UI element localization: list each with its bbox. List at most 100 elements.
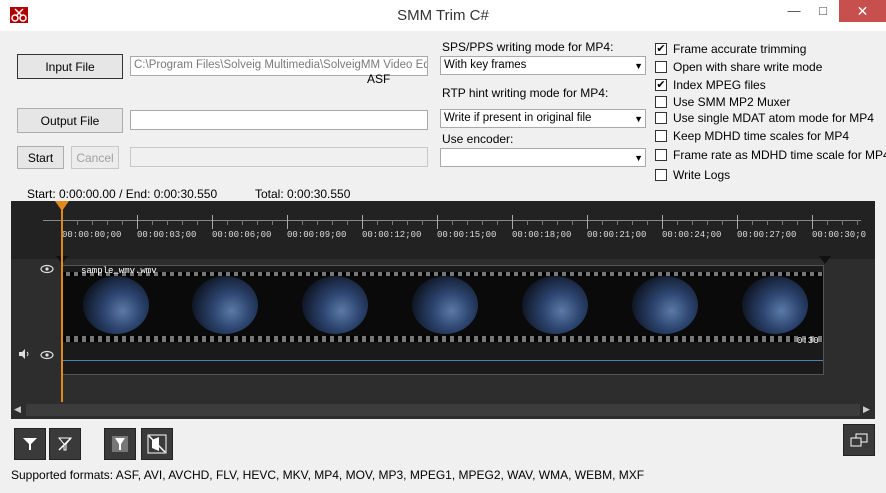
ruler-minor-tick xyxy=(647,220,648,225)
speaker-icon[interactable] xyxy=(18,349,32,359)
ruler-minor-tick xyxy=(332,220,333,225)
ruler-minor-tick xyxy=(857,220,858,225)
supported-formats: Supported formats: ASF, AVI, AVCHD, FLV,… xyxy=(11,468,645,482)
checkbox[interactable] xyxy=(655,149,667,161)
ruler-label: 00:00:30;0 xyxy=(812,230,867,240)
cancel-button[interactable]: Cancel xyxy=(71,146,119,169)
ruler-tick xyxy=(587,215,588,229)
ruler-label: 00:00:24;00 xyxy=(662,230,722,240)
select-fragment-button[interactable] xyxy=(104,428,136,460)
option-6[interactable]: Frame rate as MDHD time scale for MP4 xyxy=(655,148,886,162)
ruler-minor-tick xyxy=(497,220,498,225)
total-time: Total: 0:00:30.550 xyxy=(255,187,351,201)
chevron-down-icon: ▼ xyxy=(634,114,643,124)
encoder-select[interactable]: ▼ xyxy=(440,148,646,167)
scrollbar-thumb[interactable] xyxy=(26,404,860,416)
eye-icon[interactable] xyxy=(40,350,54,360)
checkbox[interactable]: ✔ xyxy=(655,43,667,55)
add-marker-button[interactable] xyxy=(14,428,46,460)
ruler-minor-tick xyxy=(107,220,108,225)
ruler-minor-tick xyxy=(92,220,93,225)
funnel-icon xyxy=(23,438,37,450)
video-thumbnail xyxy=(83,276,149,334)
start-button[interactable]: Start xyxy=(17,146,64,169)
ruler-label: 00:00:15;00 xyxy=(437,230,497,240)
scroll-right-icon[interactable]: ▶ xyxy=(863,404,870,415)
checkbox[interactable] xyxy=(655,130,667,142)
ruler-tick xyxy=(662,215,663,229)
end-marker-icon[interactable] xyxy=(819,256,831,264)
output-file-button[interactable]: Output File xyxy=(17,108,123,133)
ruler-minor-tick xyxy=(272,220,273,225)
ruler-label: 00:00:21;00 xyxy=(587,230,647,240)
ruler-tick xyxy=(512,215,513,229)
maximize-button[interactable]: □ xyxy=(809,0,837,22)
option-7[interactable]: Write Logs xyxy=(655,168,730,182)
checkbox[interactable] xyxy=(655,169,667,181)
ruler-minor-tick xyxy=(122,220,123,225)
option-3[interactable]: Use SMM MP2 Muxer xyxy=(655,95,790,109)
ruler-minor-tick xyxy=(797,220,798,225)
ruler-tick xyxy=(737,215,738,229)
ruler-minor-tick xyxy=(527,220,528,225)
video-thumbnail xyxy=(742,276,808,334)
option-2[interactable]: ✔ Index MPEG files xyxy=(655,78,766,92)
remove-marker-button[interactable] xyxy=(49,428,81,460)
ruler-minor-tick xyxy=(602,220,603,225)
ruler-minor-tick xyxy=(422,220,423,225)
input-file-button[interactable]: Input File xyxy=(17,54,123,79)
audio-waveform xyxy=(62,360,823,361)
option-label: Use SMM MP2 Muxer xyxy=(673,95,791,109)
ruler-tick xyxy=(137,215,138,229)
option-label: Index MPEG files xyxy=(673,78,766,92)
ruler-label: 00:00:27;00 xyxy=(737,230,797,240)
ruler-minor-tick xyxy=(842,220,843,225)
checkbox[interactable] xyxy=(655,96,667,108)
option-5[interactable]: Keep MDHD time scales for MP4 xyxy=(655,129,849,143)
status-field xyxy=(130,147,428,167)
restore-view-button[interactable] xyxy=(843,424,875,456)
option-label: Write Logs xyxy=(673,168,731,182)
option-label: Open with share write mode xyxy=(673,60,823,74)
ruler-minor-tick xyxy=(452,220,453,225)
sps-pps-select[interactable]: With key frames ▼ xyxy=(440,56,646,75)
ruler-label: 00:00:06;00 xyxy=(212,230,272,240)
scroll-left-icon[interactable]: ◀ xyxy=(14,404,21,415)
ruler-tick xyxy=(437,215,438,229)
exclude-fragment-button[interactable] xyxy=(141,428,173,460)
checkbox[interactable]: ✔ xyxy=(655,79,667,91)
output-file-path[interactable] xyxy=(130,110,428,130)
playhead[interactable] xyxy=(61,203,63,402)
ruler-label: 00:00:00;00 xyxy=(62,230,122,240)
ruler-minor-tick xyxy=(572,220,573,225)
checkbox[interactable] xyxy=(655,61,667,73)
ruler-label: 00:00:12;00 xyxy=(362,230,422,240)
option-0[interactable]: ✔ Frame accurate trimming xyxy=(655,42,806,56)
track-name: sample_wmv.wmv xyxy=(81,266,157,276)
encoder-label: Use encoder: xyxy=(442,132,514,146)
ruler-minor-tick xyxy=(677,220,678,225)
option-4[interactable]: Use single MDAT atom mode for MP4 xyxy=(655,111,874,125)
close-button[interactable]: ✕ xyxy=(839,0,886,22)
checkbox[interactable] xyxy=(655,112,667,124)
video-thumbnail xyxy=(412,276,478,334)
funnel-strike-icon xyxy=(57,437,73,451)
ruler-minor-tick xyxy=(377,220,378,225)
ruler-minor-tick xyxy=(242,220,243,225)
eye-icon[interactable] xyxy=(40,264,54,274)
playhead-handle-icon[interactable] xyxy=(55,201,69,211)
rtp-hint-value: Write if present in original file xyxy=(444,112,592,124)
track-duration: 0:30 xyxy=(797,336,819,346)
ruler-minor-tick xyxy=(302,220,303,225)
ruler-minor-tick xyxy=(467,220,468,225)
ruler-minor-tick xyxy=(407,220,408,225)
video-thumbnail xyxy=(632,276,698,334)
rtp-hint-select[interactable]: Write if present in original file ▼ xyxy=(440,109,646,128)
ruler-minor-tick xyxy=(752,220,753,225)
option-1[interactable]: Open with share write mode xyxy=(655,60,822,74)
ruler-minor-tick xyxy=(227,220,228,225)
ruler-minor-tick xyxy=(557,220,558,225)
ruler-minor-tick xyxy=(257,220,258,225)
ruler-minor-tick xyxy=(827,220,828,225)
minimize-button[interactable]: — xyxy=(780,0,808,22)
